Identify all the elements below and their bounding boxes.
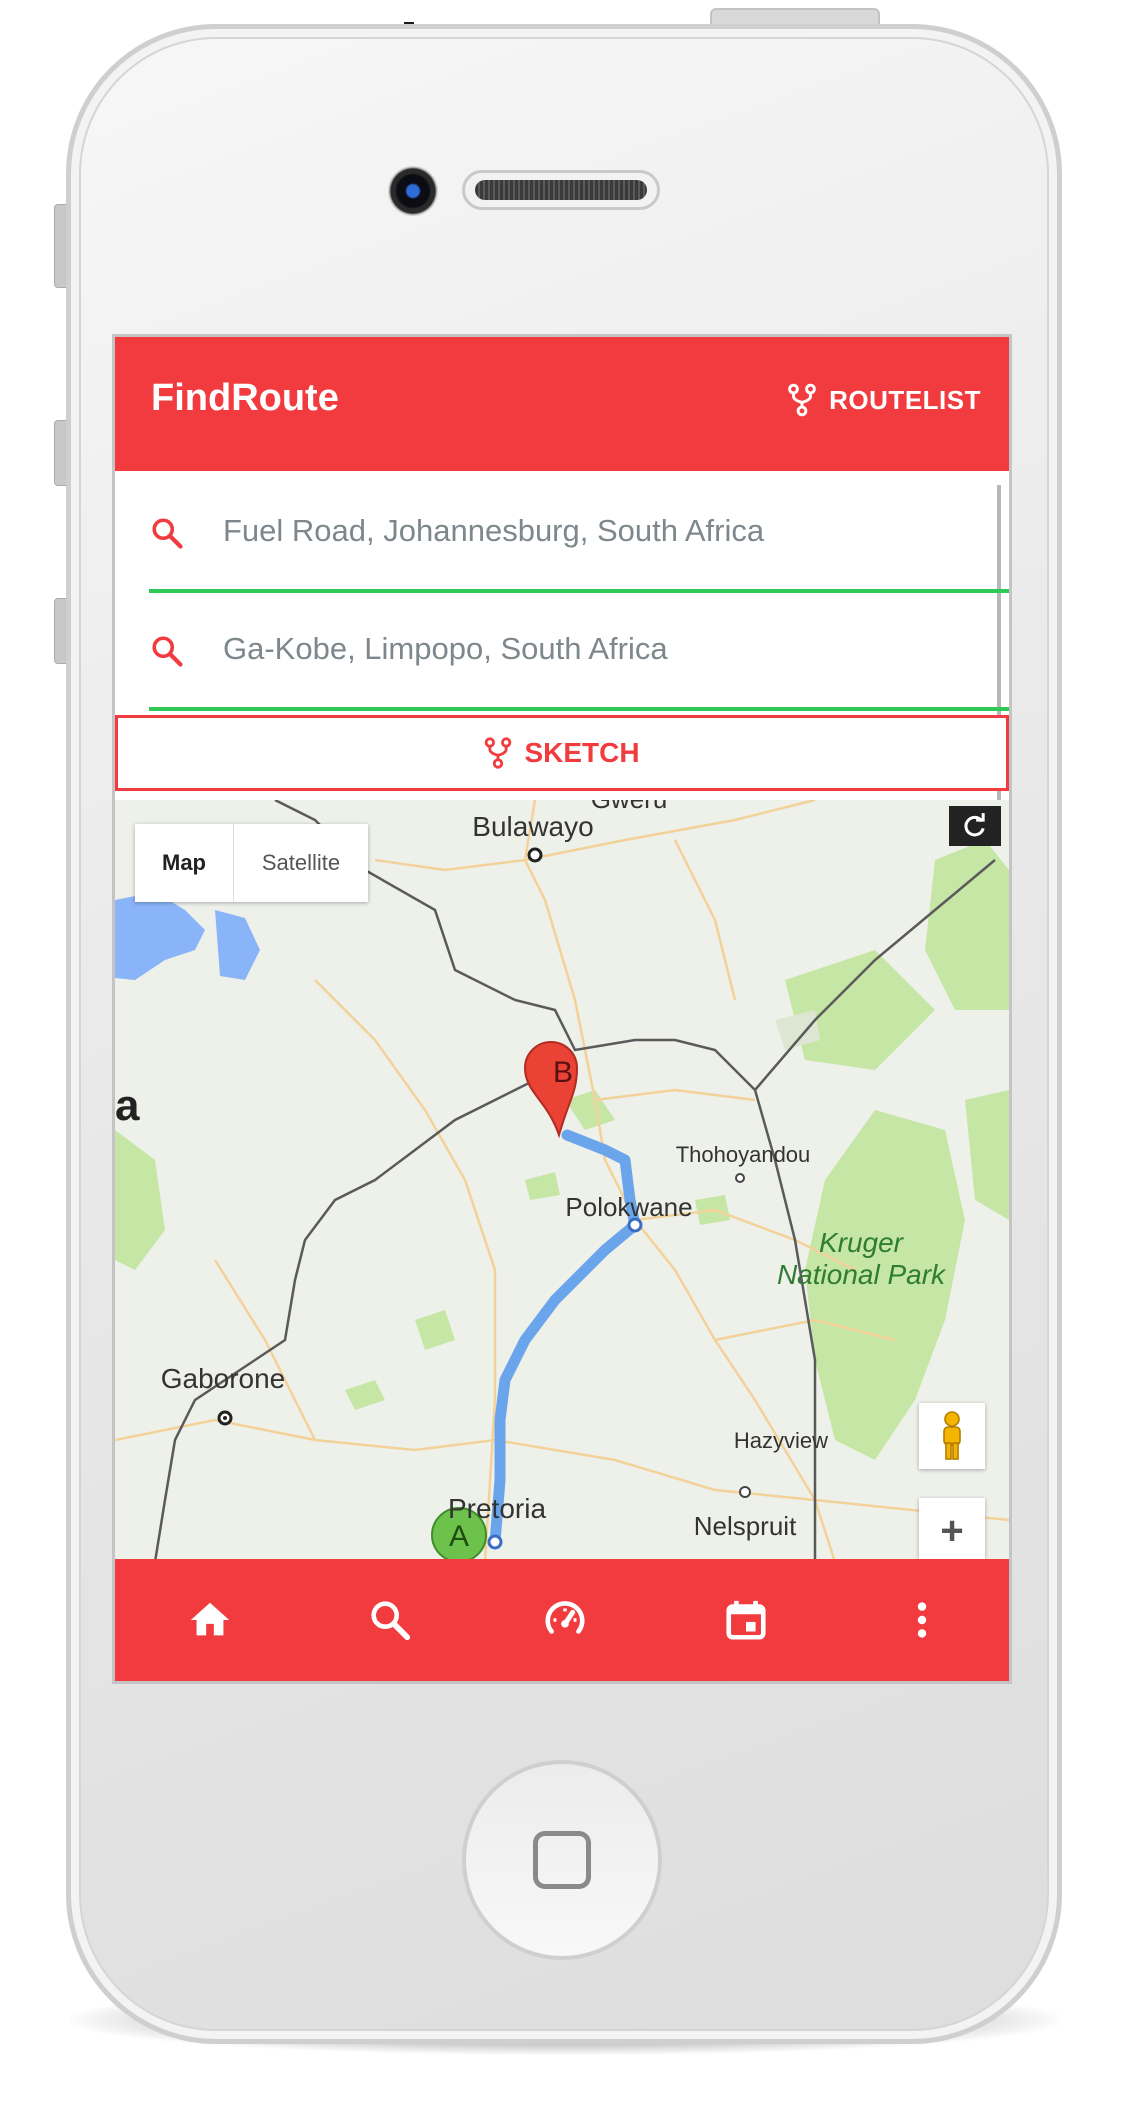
- sketch-button[interactable]: SKETCH: [115, 715, 1009, 791]
- destination-underline: [149, 707, 1009, 711]
- speedometer-icon: [545, 1601, 585, 1634]
- label-gaborone: Gaborone: [161, 1363, 286, 1394]
- nav-more[interactable]: [887, 1585, 957, 1655]
- destination-field[interactable]: Ga-Kobe, Limpopo, South Africa: [115, 595, 1009, 711]
- street-view-pegman[interactable]: [919, 1403, 985, 1469]
- search-icon: [152, 636, 183, 667]
- label-nelspruit: Nelspruit: [694, 1511, 797, 1541]
- label-partial: a: [115, 1081, 140, 1130]
- earpiece-speaker: [462, 170, 660, 210]
- origin-input[interactable]: Fuel Road, Johannesburg, South Africa: [223, 513, 764, 549]
- route-map[interactable]: Gweru Bulawayo a Thohoyandou Polokwane K…: [115, 800, 1009, 1562]
- label-polokwane: Polokwane: [565, 1192, 692, 1222]
- label-kruger-2: National Park: [777, 1259, 947, 1290]
- calendar-icon: [726, 1600, 766, 1640]
- map-canvas: Gweru Bulawayo a Thohoyandou Polokwane K…: [115, 800, 1009, 1562]
- nav-search[interactable]: [355, 1585, 425, 1655]
- more-vert-icon: [917, 1602, 927, 1638]
- routelist-button[interactable]: ROUTELIST: [787, 383, 981, 417]
- origin-underline: [149, 589, 1009, 593]
- pegman-icon: [943, 1411, 961, 1460]
- search-icon: [371, 1601, 411, 1641]
- fork-icon: [788, 383, 816, 417]
- map-type-satellite-button[interactable]: Satellite: [234, 824, 368, 902]
- nav-calendar[interactable]: [711, 1585, 781, 1655]
- origin-field[interactable]: Fuel Road, Johannesburg, South Africa: [115, 477, 1009, 593]
- label-kruger-1: Kruger: [819, 1227, 905, 1258]
- app-title: FindRoute: [151, 377, 339, 419]
- destination-input[interactable]: Ga-Kobe, Limpopo, South Africa: [223, 631, 668, 667]
- label-thohoyandou: Thohoyandou: [676, 1142, 811, 1167]
- app-bar: FindRoute ROUTELIST: [115, 337, 1009, 471]
- app-screen: FindRoute ROUTELIST Fuel Road, Johannesb…: [112, 334, 1012, 1684]
- refresh-button[interactable]: [949, 806, 1001, 846]
- home-icon: [190, 1602, 230, 1636]
- marker-b-label: B: [553, 1056, 573, 1089]
- routelist-label: ROUTELIST: [829, 384, 981, 415]
- label-gweru: Gweru: [591, 800, 668, 814]
- home-hardware-button[interactable]: [462, 1760, 662, 1960]
- zoom-in-button[interactable]: +: [919, 1498, 985, 1562]
- fork-icon: [485, 737, 512, 769]
- label-bulawayo: Bulawayo: [472, 811, 593, 842]
- label-hazyview: Hazyview: [734, 1428, 828, 1453]
- bottom-navigation: [115, 1559, 1009, 1681]
- marker-a-label: A: [449, 1520, 469, 1553]
- sketch-label: SKETCH: [524, 737, 640, 768]
- refresh-icon: [964, 813, 985, 837]
- search-icon: [152, 518, 183, 549]
- nav-speed[interactable]: [530, 1585, 600, 1655]
- nav-home[interactable]: [175, 1585, 245, 1655]
- map-type-map-button[interactable]: Map: [135, 824, 234, 902]
- front-camera: [388, 166, 438, 216]
- map-type-toggle: Map Satellite: [135, 824, 368, 902]
